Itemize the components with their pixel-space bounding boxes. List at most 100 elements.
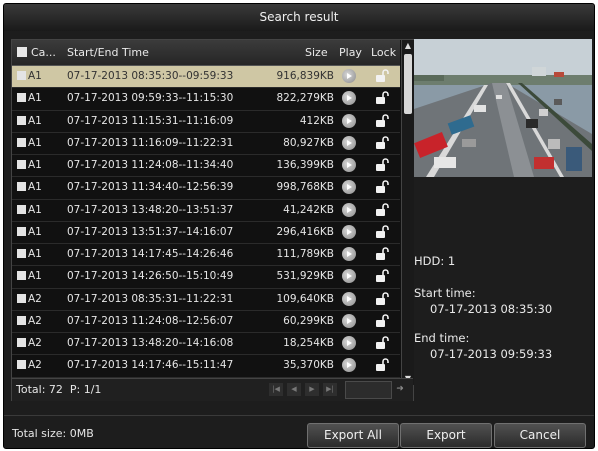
unlock-icon[interactable]: [374, 91, 390, 106]
column-camera[interactable]: Ca...: [31, 46, 56, 59]
play-icon[interactable]: [342, 113, 356, 128]
play-icon[interactable]: [342, 202, 356, 217]
last-page-icon[interactable]: ▶|: [323, 383, 337, 396]
unlock-icon[interactable]: [374, 180, 390, 195]
table-row[interactable]: A1 07-17-2013 14:26:50--15:10:49 531,929KB: [12, 266, 400, 289]
row-camera: A1: [28, 136, 42, 149]
unlock-icon[interactable]: [374, 202, 390, 218]
play-icon[interactable]: [342, 358, 356, 373]
unlock-icon[interactable]: [374, 158, 390, 173]
scroll-up-icon[interactable]: ▲: [402, 40, 414, 52]
row-size: 80,927KB: [283, 136, 334, 149]
export-all-button[interactable]: Export All: [307, 423, 399, 448]
row-checkbox[interactable]: [17, 71, 26, 80]
end-time-label: End time:: [414, 331, 470, 345]
row-camera: A2: [28, 292, 42, 305]
row-time: 07-17-2013 13:48:20--13:51:37: [67, 203, 234, 216]
row-checkbox[interactable]: [17, 338, 26, 347]
row-camera: A2: [28, 359, 42, 372]
table-row[interactable]: A2 07-17-2013 14:17:46--15:11:47 35,370KB: [12, 355, 400, 378]
table-row[interactable]: A1 07-17-2013 11:24:08--11:34:40 136,399KB: [12, 155, 400, 178]
table-row[interactable]: A1 07-17-2013 09:59:33--11:15:30 822,279KB: [12, 88, 400, 111]
row-size: 531,929KB: [276, 270, 334, 283]
column-start-end-time[interactable]: Start/End Time: [67, 46, 149, 59]
row-checkbox[interactable]: [17, 315, 26, 325]
select-all-checkbox[interactable]: [17, 47, 27, 57]
row-checkbox[interactable]: [17, 115, 26, 125]
row-time: 07-17-2013 08:35:30--09:59:33: [67, 70, 234, 82]
play-icon[interactable]: [342, 269, 356, 284]
play-icon[interactable]: [342, 135, 356, 150]
table-row[interactable]: A2 07-17-2013 13:48:20--14:16:08 18,254KB: [12, 333, 400, 356]
video-preview: [414, 39, 592, 177]
search-result-dialog: Search result Ca... Start/End Time Size …: [3, 3, 595, 449]
play-icon[interactable]: [342, 224, 356, 239]
next-page-icon[interactable]: ▶: [305, 383, 319, 396]
table-row[interactable]: A1 07-17-2013 11:34:40--12:56:39 998,768KB: [12, 177, 400, 200]
unlock-icon[interactable]: [374, 224, 390, 240]
row-size: 916,839KB: [276, 70, 334, 82]
list-scrollbar[interactable]: ▲ ▼: [401, 40, 414, 385]
page-number-input[interactable]: [345, 381, 392, 399]
table-row[interactable]: A1 07-17-2013 14:17:45--14:26:46 111,789KB: [12, 244, 400, 267]
first-page-icon[interactable]: |◀: [269, 383, 283, 396]
row-camera: A1: [28, 70, 42, 82]
unlock-icon[interactable]: [374, 247, 390, 262]
unlock-icon[interactable]: [374, 358, 390, 373]
unlock-icon[interactable]: [374, 69, 390, 84]
row-checkbox[interactable]: [17, 93, 26, 103]
play-icon[interactable]: [342, 247, 356, 261]
table-row[interactable]: A1 07-17-2013 11:15:31--11:16:09 412KB: [12, 111, 400, 133]
dialog-footer: Total size: 0MB Export All Export Cancel: [4, 415, 594, 448]
go-page-icon[interactable]: ➜: [393, 382, 407, 396]
row-checkbox[interactable]: [17, 226, 26, 236]
row-checkbox[interactable]: [17, 249, 26, 258]
row-time: 07-17-2013 08:35:31--11:22:31: [67, 292, 234, 305]
row-camera: A1: [28, 159, 42, 171]
row-checkbox[interactable]: [17, 182, 26, 192]
unlock-icon[interactable]: [374, 135, 390, 151]
unlock-icon[interactable]: [374, 313, 390, 329]
column-size[interactable]: Size: [305, 46, 328, 59]
play-icon[interactable]: [342, 91, 356, 106]
row-checkbox[interactable]: [17, 204, 26, 214]
table-row[interactable]: A1 07-17-2013 13:48:20--13:51:37 41,242KB: [12, 200, 400, 222]
total-count: Total: 72: [16, 383, 63, 396]
table-row[interactable]: A1 07-17-2013 13:51:37--14:16:07 296,416KB: [12, 222, 400, 244]
row-time: 07-17-2013 11:24:08--12:56:07: [67, 314, 234, 327]
export-button[interactable]: Export: [400, 423, 492, 448]
row-time: 07-17-2013 13:51:37--14:16:07: [67, 225, 234, 238]
unlock-icon[interactable]: [374, 269, 390, 284]
row-camera: A1: [28, 203, 42, 216]
pagination-summary: Total: 72 P: 1/1: [16, 383, 101, 396]
row-checkbox[interactable]: [17, 271, 26, 281]
unlock-icon[interactable]: [374, 291, 390, 307]
row-time: 07-17-2013 11:34:40--12:56:39: [67, 181, 234, 194]
table-row[interactable]: A1 07-17-2013 08:35:30--09:59:33 916,839KB: [12, 66, 400, 89]
row-checkbox[interactable]: [17, 160, 26, 169]
table-row[interactable]: A1 07-17-2013 11:16:09--11:22:31 80,927KB: [12, 133, 400, 155]
row-checkbox[interactable]: [17, 293, 26, 303]
pagination-bar: Total: 72 P: 1/1 |◀ ◀ ▶ ▶| ➜: [12, 378, 413, 401]
play-icon[interactable]: [342, 69, 356, 83]
prev-page-icon[interactable]: ◀: [287, 383, 301, 396]
row-camera: A1: [28, 92, 42, 105]
dialog-title: Search result: [4, 4, 594, 31]
play-icon[interactable]: [342, 158, 356, 172]
unlock-icon[interactable]: [374, 113, 390, 129]
table-row[interactable]: A2 07-17-2013 11:24:08--12:56:07 60,299KB: [12, 311, 400, 333]
cancel-button[interactable]: Cancel: [494, 423, 586, 448]
scroll-thumb[interactable]: [404, 54, 412, 114]
row-size: 296,416KB: [276, 225, 334, 238]
unlock-icon[interactable]: [374, 336, 390, 351]
play-icon[interactable]: [342, 336, 356, 350]
result-rows: A1 07-17-2013 08:35:30--09:59:33 916,839KB…: [12, 66, 400, 378]
play-icon[interactable]: [342, 313, 356, 328]
row-time: 07-17-2013 11:15:31--11:16:09: [67, 114, 234, 127]
row-checkbox[interactable]: [17, 137, 26, 147]
play-icon[interactable]: [342, 180, 356, 195]
row-checkbox[interactable]: [17, 360, 26, 370]
row-size: 35,370KB: [283, 359, 334, 372]
play-icon[interactable]: [342, 291, 356, 306]
table-row[interactable]: A2 07-17-2013 08:35:31--11:22:31 109,640KB: [12, 289, 400, 311]
